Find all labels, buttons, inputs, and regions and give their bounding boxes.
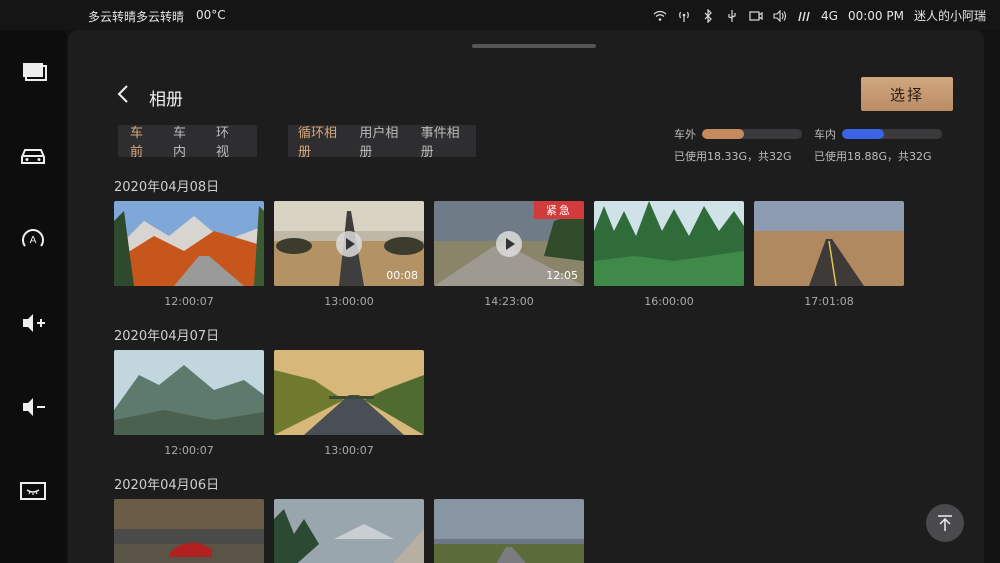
temperature-text: 00°C xyxy=(196,8,226,22)
tab-user-album[interactable]: 用户相册 xyxy=(351,122,412,160)
photo-time: 16:00:00 xyxy=(644,295,694,308)
date-header: 2020年04月07日 xyxy=(114,329,220,344)
album-panel: 相册 选择 车前 车内 环视 循环相册 用户相册 事件相册 车外 已使用18.3… xyxy=(68,30,984,563)
video-duration: 00:08 xyxy=(386,269,418,282)
signal-icon xyxy=(677,9,691,23)
tab-interior[interactable]: 车内 xyxy=(166,122,209,160)
date-header: 2020年04月06日 xyxy=(114,478,220,493)
scroll-to-top-button[interactable] xyxy=(926,504,964,542)
photo-thumbnail[interactable] xyxy=(114,201,264,286)
car-icon[interactable] xyxy=(18,140,48,170)
storage-outside: 车外 已使用18.33G，共32G xyxy=(674,126,802,164)
select-button[interactable]: 选择 xyxy=(861,77,953,111)
volume-icon xyxy=(773,9,787,23)
video-time: 13:00:00 xyxy=(324,295,374,308)
play-icon[interactable] xyxy=(496,231,522,257)
signal-bars-icon xyxy=(797,9,811,23)
auto-icon[interactable]: A xyxy=(18,224,48,254)
storage-inside-used: 已使用18.88G，共32G xyxy=(814,150,932,163)
photo-thumbnail[interactable] xyxy=(594,201,744,286)
volume-up-icon[interactable] xyxy=(18,308,48,338)
storage-outside-used: 已使用18.33G，共32G xyxy=(674,150,792,163)
photo-thumbnail[interactable] xyxy=(114,350,264,435)
svg-text:A: A xyxy=(30,235,37,246)
camera-tabs: 车前 车内 环视 xyxy=(118,122,257,160)
back-arrow-icon[interactable] xyxy=(112,82,136,106)
user-name[interactable]: 迷人的小阿瑞 xyxy=(914,7,986,24)
volume-down-icon[interactable] xyxy=(18,392,48,422)
camera-icon xyxy=(749,9,763,23)
arrow-up-icon xyxy=(938,515,952,531)
date-header: 2020年04月08日 xyxy=(114,180,220,195)
photo-thumbnail[interactable] xyxy=(114,499,264,563)
photo-time: 12:00:07 xyxy=(164,295,214,308)
storage-inside-label: 车内 xyxy=(814,128,836,141)
tab-front[interactable]: 车前 xyxy=(123,122,166,160)
usb-icon xyxy=(725,9,739,23)
bluetooth-icon xyxy=(701,8,715,23)
video-duration: 12:05 xyxy=(546,269,578,282)
video-time: 14:23:00 xyxy=(484,295,534,308)
page-title: 相册 xyxy=(149,90,183,110)
video-thumbnail[interactable]: 紧急 12:05 xyxy=(434,201,584,286)
video-thumbnail[interactable]: 00:08 xyxy=(274,201,424,286)
storage-outside-label: 车外 xyxy=(674,128,696,141)
screens-icon[interactable] xyxy=(18,56,48,86)
photo-time: 13:00:07 xyxy=(324,444,374,457)
display-off-icon[interactable] xyxy=(18,476,48,506)
photo-thumbnail[interactable] xyxy=(274,350,424,435)
album-tabs: 循环相册 用户相册 事件相册 xyxy=(288,122,476,160)
drag-handle[interactable] xyxy=(472,44,596,48)
storage-outside-bar xyxy=(702,129,802,139)
wifi-icon xyxy=(653,9,667,23)
status-bar: 多云转晴多云转晴 00°C 4G 00:00 PM 迷人的小阿瑞 xyxy=(0,0,1000,30)
photo-time: 17:01:08 xyxy=(804,295,854,308)
storage-inside: 车内 已使用18.88G，共32G xyxy=(814,126,942,164)
photo-thumbnail[interactable] xyxy=(754,201,904,286)
network-type: 4G xyxy=(821,8,838,23)
photo-thumbnail[interactable] xyxy=(434,499,584,563)
photo-time: 12:00:07 xyxy=(164,444,214,457)
photo-thumbnail[interactable] xyxy=(274,499,424,563)
clock: 00:00 PM xyxy=(847,8,904,23)
sidebar: A xyxy=(0,30,66,563)
storage-inside-bar xyxy=(842,129,942,139)
play-icon[interactable] xyxy=(336,231,362,257)
tab-event-album[interactable]: 事件相册 xyxy=(413,122,474,160)
urgent-badge: 紧急 xyxy=(534,201,584,219)
tab-surround[interactable]: 环视 xyxy=(209,122,252,160)
tab-loop-album[interactable]: 循环相册 xyxy=(290,122,351,160)
weather-text: 多云转晴多云转晴 xyxy=(88,10,185,24)
